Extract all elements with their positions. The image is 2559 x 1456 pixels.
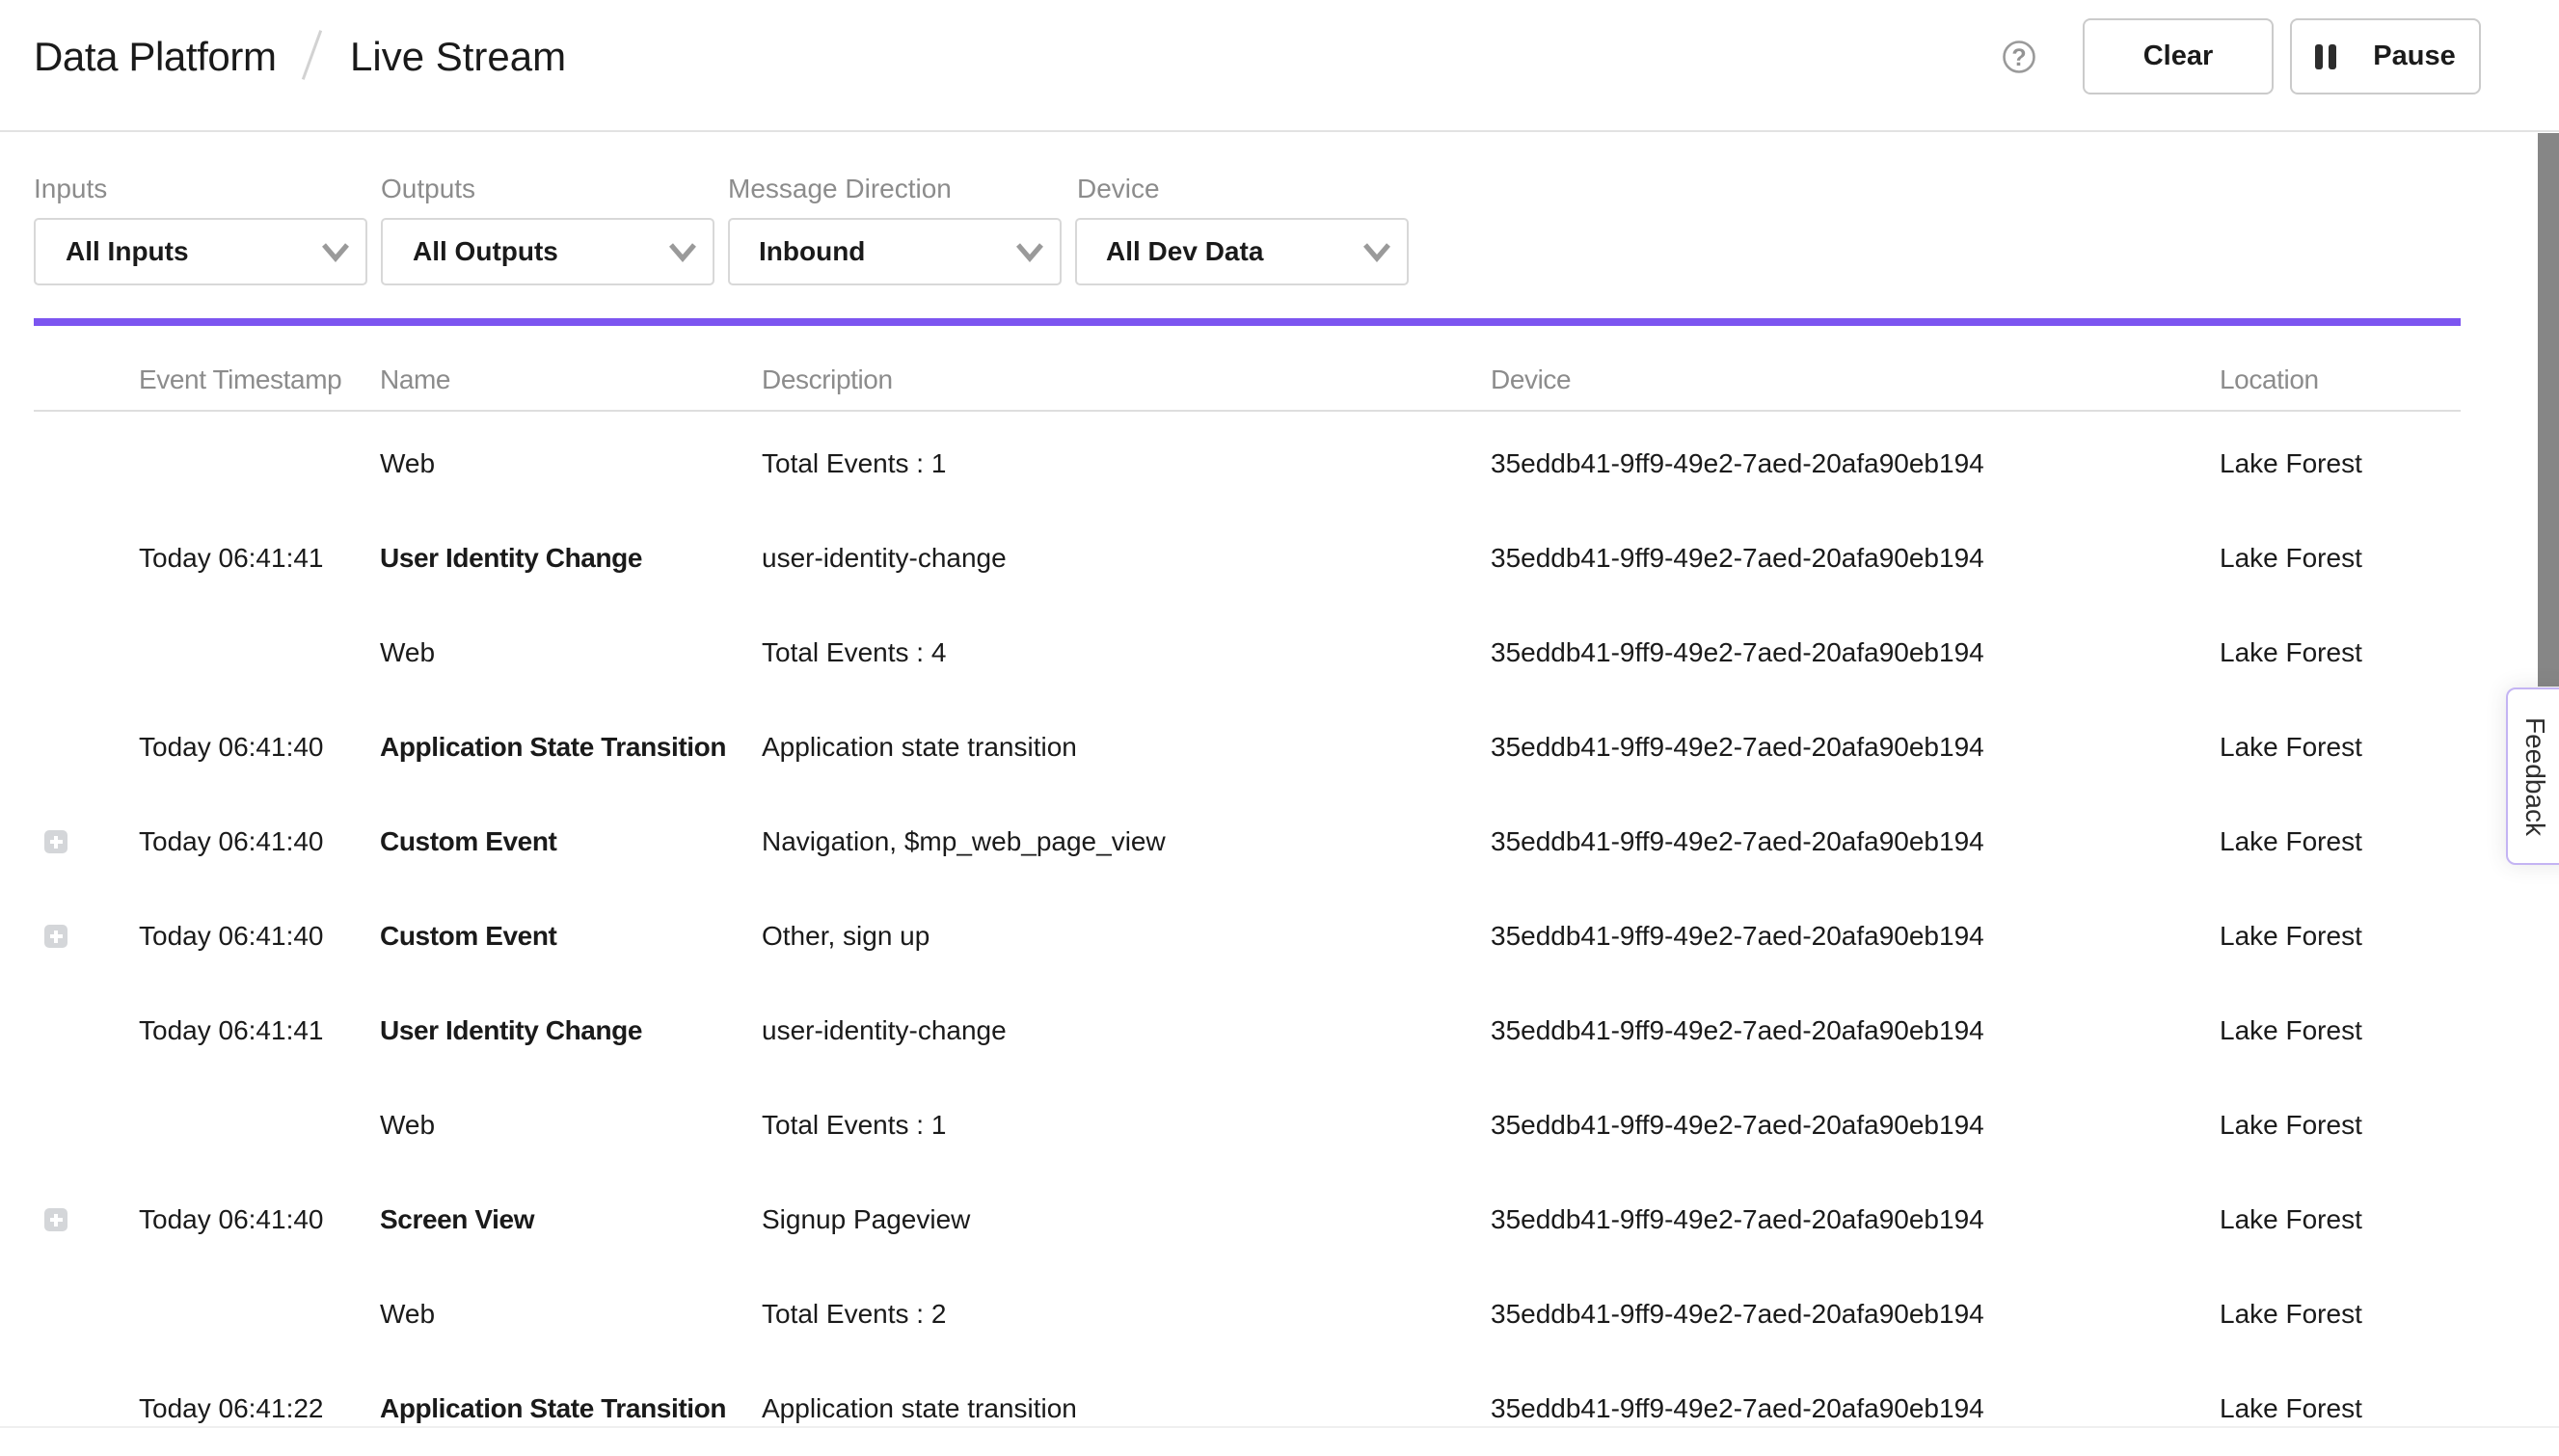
svg-text:?: ? xyxy=(2011,44,2026,71)
